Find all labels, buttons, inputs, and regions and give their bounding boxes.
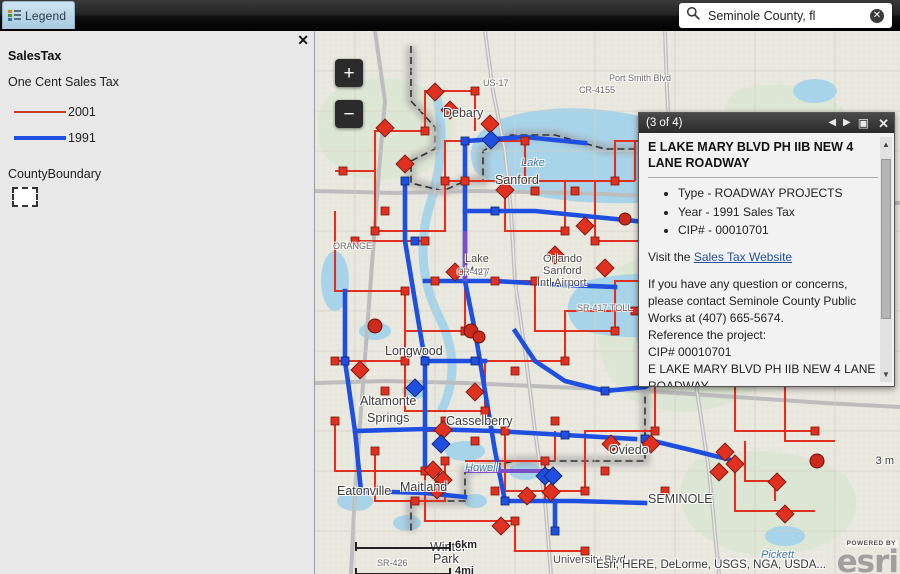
popup-attribute-item: Year - 1991 Sales Tax [678,203,878,222]
legend-tab-label: Legend [25,8,67,23]
search-icon [686,6,700,25]
popup-visit-prefix: Visit the [648,250,694,265]
popup-contact-paragraph: If you have any question or concerns, pl… [648,277,876,386]
popup-header: (3 of 4) ◀ ▶ ▣ ✕ [639,113,894,133]
popup-attribute-item: CIP# - 00010701 [678,221,878,240]
legend-item-label: 2001 [68,105,96,119]
legend-item-2001: 2001 [8,99,304,125]
legend-tab[interactable]: Legend [2,1,75,29]
popup-close-button[interactable]: ✕ [878,117,889,130]
feature-popup: (3 of 4) ◀ ▶ ▣ ✕ E LAKE MARY BLVD PH IIB… [638,112,895,387]
legend-swatch-county-boundary [12,187,38,207]
scale-bar: 6km 4mi [355,539,478,574]
popup-next-button[interactable]: ▶ [843,118,851,128]
popup-body: E LAKE MARY BLVD PH IIB NEW 4 LANE ROADW… [639,133,894,386]
popup-attribute-list: Type - ROADWAY PROJECTSYear - 1991 Sales… [648,184,878,240]
legend-swatch-1991 [8,136,68,140]
popup-visit-line: Visit the Sales Tax Website [648,250,878,264]
esri-logo[interactable]: POWERED BY esri [836,532,899,574]
popup-record-count: (3 of 4) [646,117,683,129]
search-input[interactable] [706,7,870,24]
legend-group-county-boundary: CountyBoundary [8,167,304,207]
popup-maximize-button[interactable]: ▣ [858,117,869,129]
zoom-out-button[interactable]: − [335,100,363,128]
legend-panel: ✕ SalesTax One Cent Sales Tax 2001 1991 … [0,31,315,574]
legend-close-button[interactable]: ✕ [297,33,309,47]
popup-prev-button[interactable]: ◀ [828,118,836,128]
scroll-up-icon[interactable]: ▲ [881,139,891,150]
popup-attribute-item: Type - ROADWAY PROJECTS [678,184,878,203]
search-box[interactable]: ✕ [679,3,892,28]
legend-sublayer-title: One Cent Sales Tax [8,75,119,89]
scale-km-label: 6km [455,539,478,551]
map-attribution: Esri, HERE, DeLorme, USGS, NGA, USDA... [595,559,826,571]
map-application: Legend ✕ ✕ SalesTax One Cent Sales Tax 2… [0,0,900,574]
legend-layer-title: SalesTax [8,49,62,63]
legend-group-label: CountyBoundary [8,167,102,181]
zoom-in-button[interactable]: + [335,59,363,87]
popup-title: E LAKE MARY BLVD PH IIB NEW 4 LANE ROADW… [648,140,878,179]
sales-tax-website-link[interactable]: Sales Tax Website [694,250,792,264]
scale-mi-label: 4mi [455,565,474,574]
scale-secondary-label: 3 m [875,455,894,467]
clear-icon[interactable]: ✕ [870,8,884,23]
popup-scrollbar[interactable]: ▲ ▼ [880,137,892,382]
esri-wordmark: esri [836,543,899,574]
top-bar: Legend ✕ [0,0,900,31]
legend-item-1991: 1991 [8,125,304,151]
legend-swatch-2001 [8,111,68,113]
scrollbar-thumb[interactable] [881,159,891,319]
scroll-down-icon[interactable]: ▼ [881,369,891,380]
legend-item-label: 1991 [68,131,96,145]
legend-list-icon [8,9,21,22]
